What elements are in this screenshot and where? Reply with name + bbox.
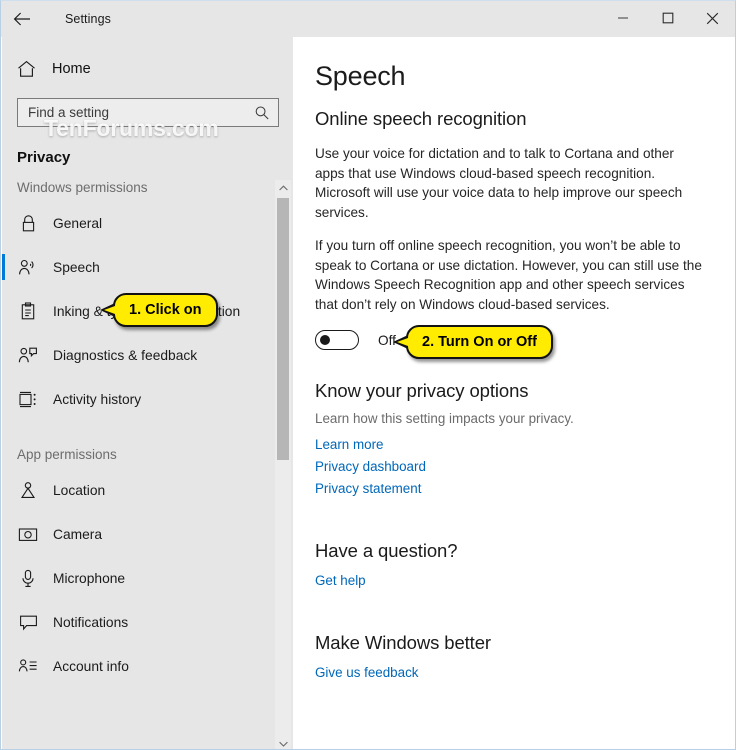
sidebar-item-camera[interactable]: Camera (2, 512, 293, 556)
sidebar-item-label: Location (53, 482, 106, 498)
sidebar-item-label: Microphone (53, 570, 126, 586)
callout-step-1-text: 1. Click on (129, 302, 202, 318)
notification-bubble-icon (17, 611, 39, 633)
sidebar-item-diagnostics-feedback[interactable]: Diagnostics & feedback (2, 333, 293, 377)
sidebar-item-label: Account info (53, 658, 129, 674)
have-a-question-heading: Have a question? (315, 540, 458, 561)
sidebar-item-general[interactable]: General (2, 201, 293, 245)
title-bar: Settings (1, 1, 735, 37)
back-button[interactable] (1, 2, 43, 36)
toggle-knob (320, 335, 330, 345)
person-feedback-icon (17, 344, 39, 366)
minimize-icon (617, 12, 629, 24)
sidebar-item-label: Activity history (53, 391, 142, 407)
maximize-button[interactable] (645, 1, 690, 35)
sidebar-item-notifications[interactable]: Notifications (2, 600, 293, 644)
camera-icon (17, 523, 39, 545)
privacy-options-section: Know your privacy options Learn how this… (315, 380, 707, 496)
link-get-help[interactable]: Get help (315, 573, 366, 588)
callout-tail (100, 303, 115, 317)
activity-history-icon (17, 388, 39, 410)
search-input[interactable] (28, 105, 254, 120)
sidebar-item-home[interactable]: Home (2, 54, 293, 84)
lock-icon (17, 212, 39, 234)
sidebar-item-microphone[interactable]: Microphone (2, 556, 293, 600)
location-pin-icon (17, 479, 39, 501)
sidebar-item-label: Notifications (53, 614, 129, 630)
chevron-up-icon[interactable] (275, 180, 291, 196)
callout-tail (393, 335, 408, 349)
settings-window: Settings Home Find a setting Privacy Win… (0, 0, 736, 750)
search-container (17, 98, 279, 127)
home-label: Home (52, 61, 91, 77)
window-title: Settings (65, 12, 111, 26)
chevron-down-icon[interactable] (275, 736, 291, 749)
sidebar-item-activity-history[interactable]: Activity history (2, 377, 293, 421)
description-paragraph-1: Use your voice for dictation and to talk… (315, 146, 683, 220)
page-title: Speech (315, 61, 406, 91)
link-privacy-statement[interactable]: Privacy statement (315, 481, 421, 496)
sidebar-item-label: General (53, 215, 103, 231)
sidebar-item-label: Camera (53, 526, 103, 542)
make-windows-better-heading: Make Windows better (315, 632, 491, 653)
account-info-icon (17, 655, 39, 677)
make-windows-better-section: Make Windows better Give us feedback (315, 632, 707, 680)
link-give-us-feedback[interactable]: Give us feedback (315, 665, 418, 680)
scrollbar-thumb[interactable] (277, 198, 289, 460)
search-box[interactable] (17, 98, 279, 127)
callout-step-2-text: 2. Turn On or Off (422, 334, 537, 350)
clipboard-pen-icon (17, 300, 39, 322)
privacy-options-heading: Know your privacy options (315, 380, 529, 401)
sidebar-scrollbar[interactable] (275, 180, 291, 749)
home-icon (17, 60, 41, 78)
sidebar-item-account-info[interactable]: Account info (2, 644, 293, 688)
speech-person-icon (17, 256, 39, 278)
maximize-icon (662, 12, 674, 24)
sidebar-nav: Windows permissions General Speech Inkin… (2, 180, 293, 749)
privacy-options-subtext: Learn how this setting impacts your priv… (315, 411, 574, 426)
description-paragraph-2: If you turn off online speech recognitio… (315, 238, 702, 312)
close-button[interactable] (690, 1, 735, 35)
title-bar-left: Settings (1, 1, 111, 37)
category-title: Privacy (17, 149, 71, 166)
sidebar: Home Privacy Windows permissions (2, 37, 293, 749)
sidebar-item-label: Speech (53, 259, 100, 275)
close-icon (706, 12, 719, 25)
group-heading-app-permissions: App permissions (17, 447, 117, 462)
callout-step-2: 2. Turn On or Off (393, 325, 553, 359)
sidebar-item-location[interactable]: Location (2, 468, 293, 512)
search-icon[interactable] (254, 105, 270, 121)
have-a-question-section: Have a question? Get help (315, 540, 707, 588)
link-privacy-dashboard[interactable]: Privacy dashboard (315, 459, 426, 474)
link-learn-more[interactable]: Learn more (315, 437, 383, 452)
window-controls (600, 1, 735, 35)
sidebar-item-speech[interactable]: Speech (2, 245, 293, 289)
group-heading-windows-permissions: Windows permissions (17, 180, 148, 195)
callout-step-1: 1. Click on (100, 293, 218, 327)
section-title-online-speech-recognition: Online speech recognition (315, 108, 527, 129)
minimize-button[interactable] (600, 1, 645, 35)
back-arrow-icon (13, 12, 31, 26)
microphone-icon (17, 567, 39, 589)
main-content: Speech Online speech recognition Use you… (293, 37, 735, 749)
sidebar-item-label: Diagnostics & feedback (53, 347, 198, 363)
online-speech-recognition-toggle[interactable] (315, 330, 359, 350)
